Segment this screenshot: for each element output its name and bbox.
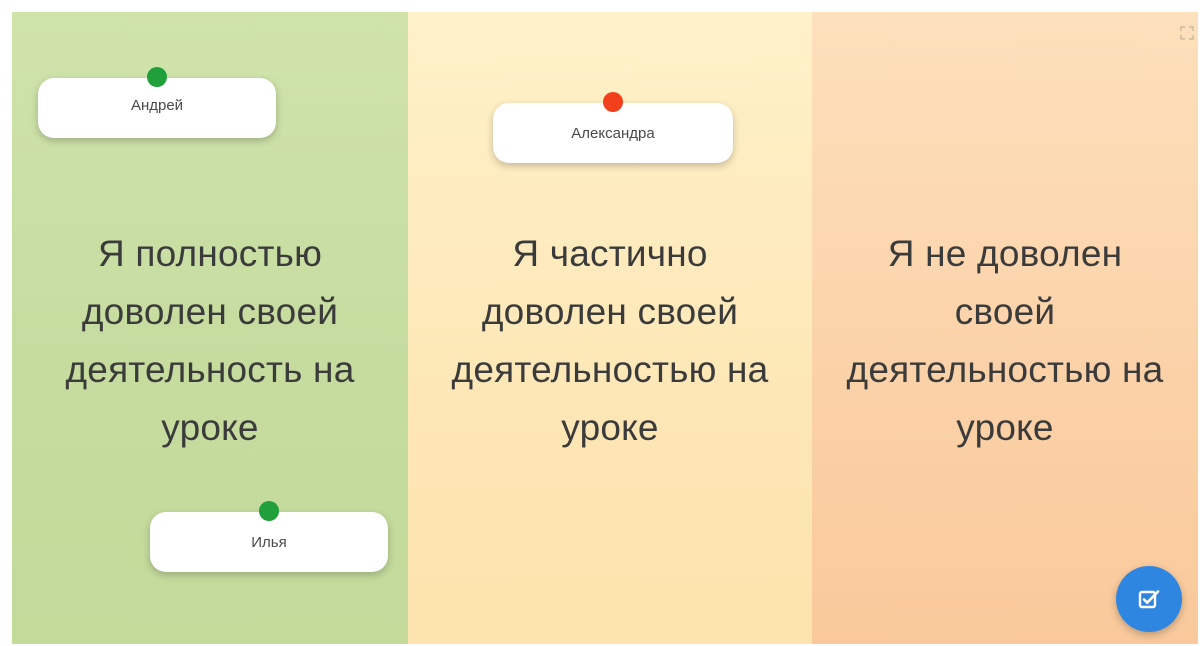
- student-name: Илья: [251, 533, 287, 551]
- column-not-satisfied[interactable]: Я не доволен своей деятельностью на урок…: [812, 12, 1198, 644]
- student-name: Андрей: [130, 96, 184, 114]
- student-card-andrey[interactable]: Андрей: [38, 67, 276, 138]
- status-dot-green: [259, 501, 279, 521]
- column-label: Я частично доволен своей деятельностью н…: [451, 233, 769, 448]
- status-dot-green: [147, 67, 167, 87]
- edit-checkbox-icon: [1138, 590, 1160, 609]
- student-card-ilya[interactable]: Илья: [150, 501, 388, 572]
- status-dot-red: [603, 92, 623, 112]
- student-card-alexandra[interactable]: Александра: [493, 92, 733, 163]
- column-fully-satisfied[interactable]: Я полностью доволен своей деятельность н…: [12, 12, 408, 644]
- student-name: Александра: [571, 124, 655, 142]
- column-label: Я не доволен своей деятельностью на урок…: [846, 233, 1164, 448]
- column-label: Я полностью доволен своей деятельность н…: [65, 233, 355, 448]
- check-button[interactable]: [1116, 566, 1182, 632]
- fullscreen-icon[interactable]: [1180, 26, 1194, 40]
- column-partially-satisfied[interactable]: Я частично доволен своей деятельностью н…: [408, 12, 812, 644]
- reflection-board: Я полностью доволен своей деятельность н…: [12, 12, 1198, 644]
